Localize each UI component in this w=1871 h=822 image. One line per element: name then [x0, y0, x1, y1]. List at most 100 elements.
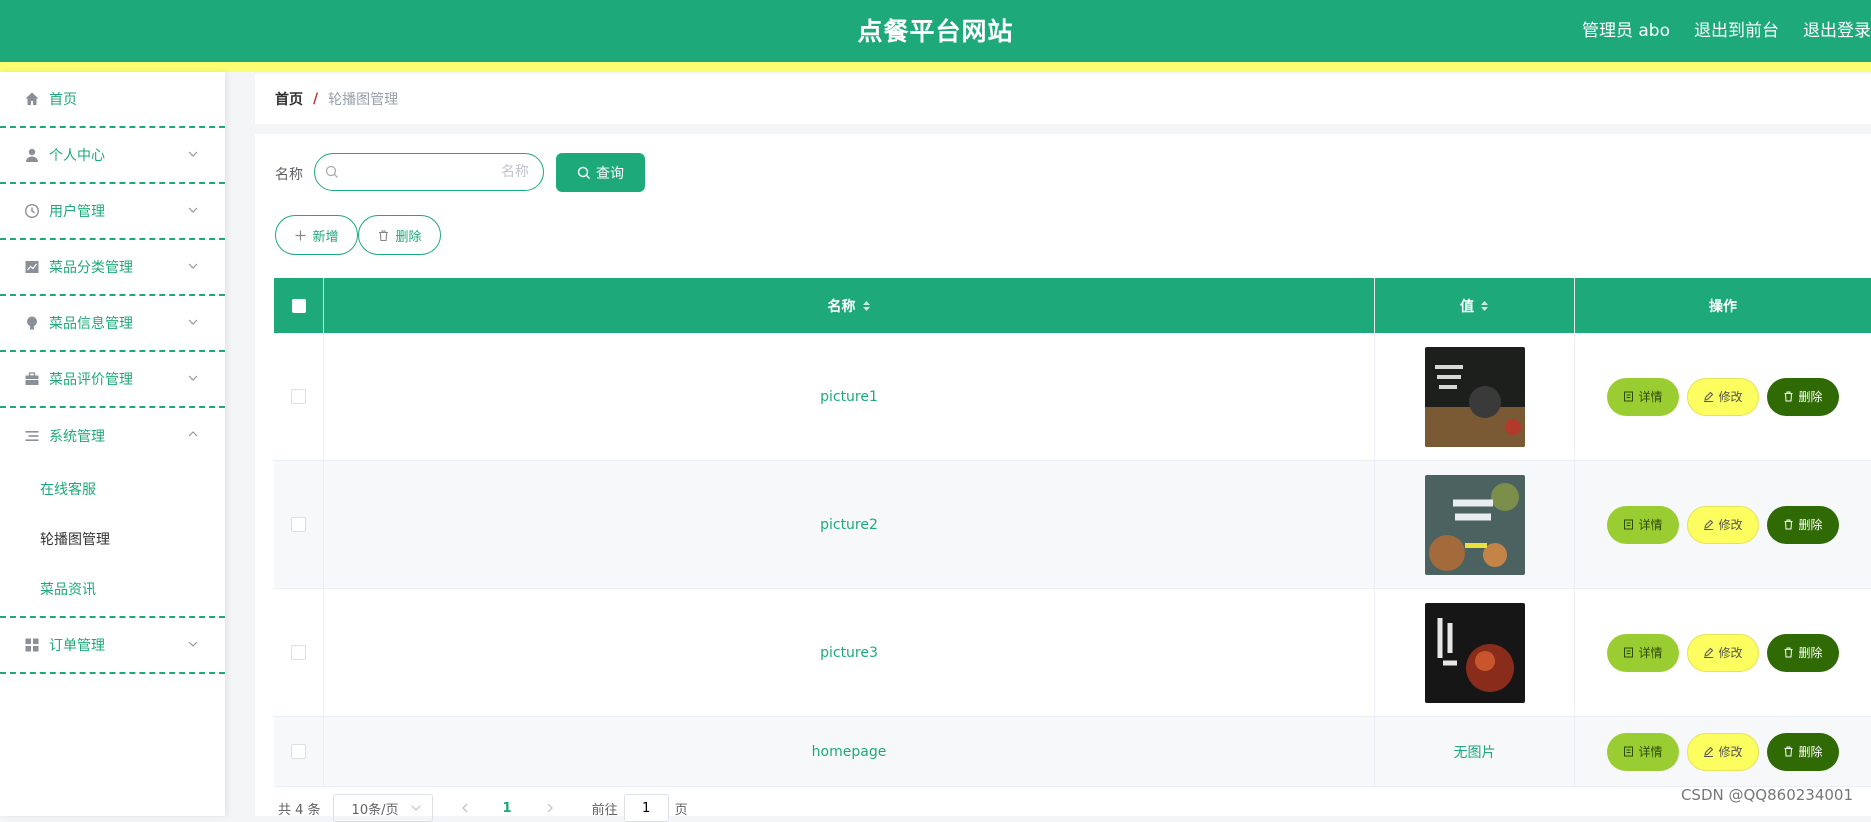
detail-button[interactable]: 详情: [1607, 377, 1679, 416]
row-checkbox[interactable]: [291, 389, 306, 404]
sidebar-item-user-management[interactable]: 用户管理: [0, 184, 225, 240]
sidebar-subitem-online-service[interactable]: 在线客服: [0, 464, 225, 514]
doc-icon: [1623, 519, 1634, 530]
list-icon: [24, 428, 40, 444]
prev-page-icon[interactable]: [459, 802, 471, 814]
delete-button-label: 删除: [1798, 646, 1823, 660]
query-button[interactable]: 查询: [556, 153, 645, 192]
chevron-down-icon: [187, 638, 199, 650]
search-icon: [577, 166, 591, 180]
delete-button[interactable]: 删除: [1767, 633, 1839, 672]
row-checkbox-cell: [274, 717, 324, 786]
pagination: 共 4 条 10条/页 1 前往 页: [278, 794, 688, 822]
sidebar-item-orders[interactable]: 订单管理: [0, 618, 225, 674]
header-value[interactable]: 值: [1375, 278, 1575, 333]
carousel-thumbnail[interactable]: [1424, 474, 1525, 575]
carousel-thumbnail[interactable]: [1424, 602, 1525, 703]
edit-button[interactable]: 修改: [1687, 377, 1759, 416]
sidebar-item-label: 菜品评价管理: [49, 372, 133, 388]
next-page-icon[interactable]: [544, 802, 556, 814]
detail-button[interactable]: 详情: [1607, 633, 1679, 672]
delete-button-label: 删除: [1798, 390, 1823, 404]
page-size-select[interactable]: 10条/页: [332, 794, 433, 822]
sidebar-item-system[interactable]: 系统管理: [0, 408, 225, 464]
goto-page-input[interactable]: [623, 794, 669, 822]
watermark: CSDN @QQ860234001: [1680, 786, 1853, 804]
detail-button-label: 详情: [1638, 390, 1663, 404]
delete-button[interactable]: 删除: [1767, 505, 1839, 544]
edit-button[interactable]: 修改: [1687, 505, 1759, 544]
edit-button[interactable]: 修改: [1687, 732, 1759, 771]
header-ops: 操作: [1575, 278, 1871, 333]
batch-delete-button-label: 删除: [395, 229, 422, 245]
page-size-value: 10条/页: [351, 802, 399, 818]
sidebar-item-label: 首页: [49, 92, 77, 108]
row-checkbox[interactable]: [291, 645, 306, 660]
page-number[interactable]: 1: [503, 801, 512, 816]
edit-button-label: 修改: [1718, 745, 1743, 759]
row-checkbox-cell: [274, 461, 324, 588]
trash-icon: [1783, 519, 1794, 530]
edit-button[interactable]: 修改: [1687, 633, 1759, 672]
edit-icon: [1703, 391, 1714, 402]
sidebar-item-dish-category[interactable]: 菜品分类管理: [0, 240, 225, 296]
goto-prefix: 前往: [591, 802, 618, 818]
detail-button-label: 详情: [1638, 518, 1663, 532]
detail-button[interactable]: 详情: [1607, 505, 1679, 544]
chevron-down-icon: [187, 204, 199, 216]
detail-button-label: 详情: [1638, 646, 1663, 660]
carousel-thumbnail[interactable]: [1424, 346, 1525, 447]
search-input[interactable]: [347, 163, 531, 181]
grid-icon: [24, 637, 40, 653]
sidebar-item-label: 个人中心: [49, 148, 105, 164]
batch-delete-button[interactable]: 删除: [358, 215, 441, 255]
sidebar-item-home[interactable]: 首页: [0, 72, 225, 128]
delete-button[interactable]: 删除: [1767, 732, 1839, 771]
row-name: homepage: [324, 717, 1375, 786]
delete-button-label: 删除: [1798, 745, 1823, 759]
sort-icon[interactable]: [862, 300, 871, 312]
row-name: picture1: [324, 333, 1375, 460]
sidebar-subitem-carousel[interactable]: 轮播图管理: [0, 514, 225, 564]
sidebar-item-dish-info[interactable]: 菜品信息管理: [0, 296, 225, 352]
trash-icon: [1783, 391, 1794, 402]
detail-button[interactable]: 详情: [1607, 732, 1679, 771]
select-all-checkbox[interactable]: [291, 298, 306, 313]
row-name: picture3: [324, 589, 1375, 716]
doc-icon: [1623, 746, 1634, 757]
row-checkbox[interactable]: [291, 744, 306, 759]
clock-icon: [24, 203, 40, 219]
sort-icon[interactable]: [1480, 300, 1489, 312]
table-row: picture1 详情 修改 删除: [274, 333, 1871, 461]
row-checkbox[interactable]: [291, 517, 306, 532]
chevron-up-icon: [187, 428, 199, 440]
bulb-icon: [24, 315, 40, 331]
row-checkbox-cell: [274, 589, 324, 716]
logout-link[interactable]: 退出登录: [1803, 16, 1871, 41]
pagination-total: 共 4 条: [278, 802, 321, 818]
breadcrumb-home[interactable]: 首页: [275, 89, 303, 109]
sidebar-subitem-dish-news[interactable]: 菜品资讯: [0, 564, 225, 614]
admin-user-label: 管理员 abo: [1581, 21, 1670, 41]
delete-button[interactable]: 删除: [1767, 377, 1839, 416]
exit-to-front-link[interactable]: 退出到前台: [1694, 16, 1779, 41]
row-value-text: 无图片: [1375, 717, 1575, 786]
system-submenu: 在线客服 轮播图管理 菜品资讯: [0, 464, 225, 618]
row-ops: 详情 修改 删除: [1575, 461, 1871, 588]
top-header: 点餐平台网站 管理员 abo 退出到前台 退出登录: [0, 0, 1871, 72]
header-value-label: 值: [1460, 298, 1474, 315]
main-panel: 名称 查询 新增 删除 名称: [255, 134, 1871, 822]
sidebar-item-personal-center[interactable]: 个人中心: [0, 128, 225, 184]
doc-icon: [1623, 391, 1634, 402]
header-name[interactable]: 名称: [324, 278, 1375, 333]
carousel-table: 名称 值 操作 picture1 详情 修改 删除 picture2 详情 修改…: [274, 278, 1871, 787]
row-ops: 详情 修改 删除: [1575, 333, 1871, 460]
add-button[interactable]: 新增: [275, 215, 358, 255]
sidebar-item-dish-review[interactable]: 菜品评价管理: [0, 352, 225, 408]
table-row: picture2 详情 修改 删除: [274, 461, 1871, 589]
sidebar-item-label: 系统管理: [49, 429, 105, 445]
row-name: picture2: [324, 461, 1375, 588]
breadcrumb-current: 轮播图管理: [328, 92, 399, 108]
row-checkbox-cell: [274, 333, 324, 460]
breadcrumb: 首页 / 轮播图管理: [255, 74, 1871, 124]
